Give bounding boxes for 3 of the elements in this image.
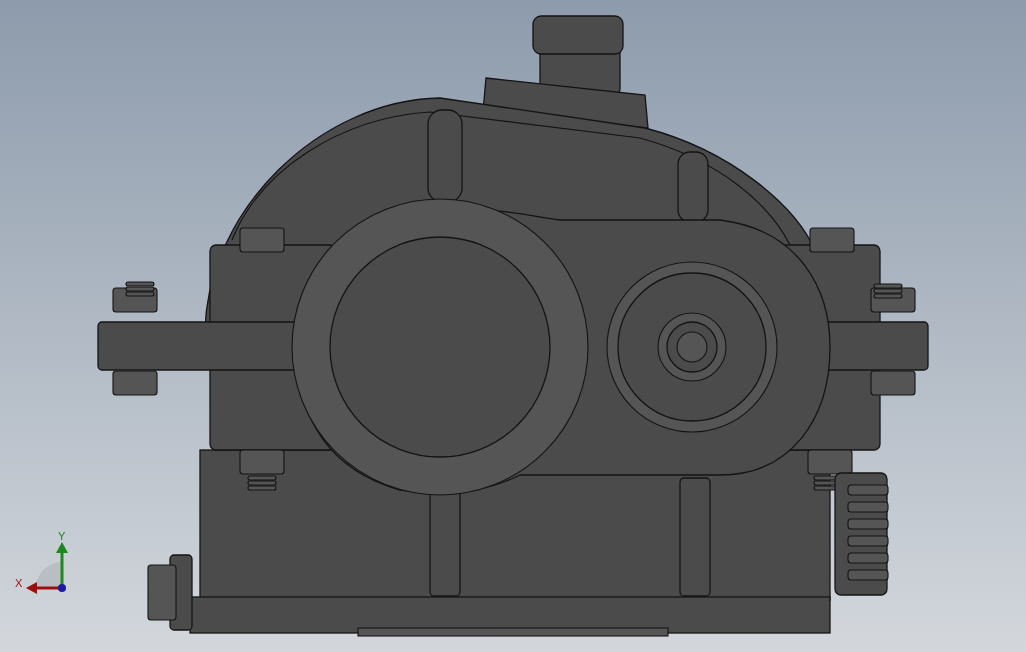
x-axis-label: X — [15, 577, 23, 589]
y-axis-label: Y — [58, 530, 66, 542]
axis-triad-icon — [26, 542, 68, 594]
